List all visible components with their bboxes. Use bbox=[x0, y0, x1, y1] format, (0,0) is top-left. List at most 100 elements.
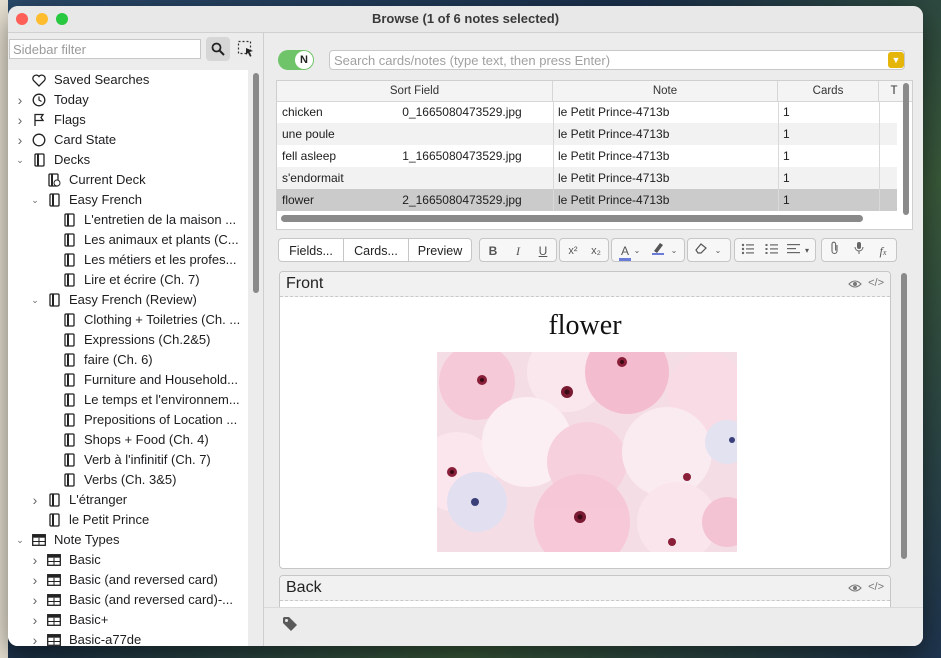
sidebar: Saved Searches › Today › Flags › Card State ⌄ De… bbox=[8, 33, 264, 646]
sidebar-search-button[interactable] bbox=[206, 37, 230, 61]
sidebar-item[interactable]: faire (Ch. 6) bbox=[44, 350, 153, 370]
selection-tool-button[interactable] bbox=[236, 39, 256, 59]
table-horizontal-scrollbar[interactable] bbox=[281, 215, 863, 222]
table-vertical-scrollbar[interactable] bbox=[903, 83, 909, 215]
chevron-down-icon[interactable]: ⌄ bbox=[712, 241, 724, 261]
eye-icon[interactable] bbox=[848, 581, 862, 596]
cards-button[interactable]: Cards... bbox=[343, 238, 409, 262]
deck-icon bbox=[32, 153, 46, 167]
deck-icon bbox=[62, 353, 76, 367]
fields-scrollbar[interactable] bbox=[901, 273, 907, 559]
sidebar-item[interactable]: Les animaux et plants (C... bbox=[44, 230, 239, 250]
sidebar-item[interactable]: › Basic (and reversed card) bbox=[29, 570, 218, 590]
sidebar-item-label: faire (Ch. 6) bbox=[84, 352, 153, 367]
column-divider bbox=[778, 167, 779, 189]
chevron-down-icon[interactable]: ⌄ bbox=[14, 530, 26, 550]
sidebar-item[interactable]: › Flags bbox=[14, 110, 86, 130]
cards-notes-toggle[interactable]: N bbox=[278, 50, 314, 70]
eraser-icon[interactable] bbox=[690, 241, 712, 261]
chevron-down-icon[interactable]: ▾ bbox=[801, 241, 813, 261]
sidebar-filter-input[interactable] bbox=[9, 39, 201, 59]
sidebar-item[interactable]: › Today bbox=[14, 90, 89, 110]
preview-button[interactable]: Preview bbox=[408, 238, 472, 262]
chevron-right-icon[interactable]: › bbox=[29, 590, 41, 610]
table-row[interactable]: une poule le Petit Prince-4713b 1 bbox=[277, 123, 897, 145]
sidebar-item[interactable]: Current Deck bbox=[29, 170, 146, 190]
microphone-icon[interactable] bbox=[848, 241, 870, 261]
sidebar-scrollbar[interactable] bbox=[253, 73, 259, 293]
table-row[interactable]: chicken 0_1665080473529.jpg le Petit Princ… bbox=[277, 101, 897, 123]
tag-icon[interactable] bbox=[282, 616, 298, 635]
sidebar-item[interactable]: ⌄ Easy French (Review) bbox=[29, 290, 197, 310]
sidebar-item[interactable]: le Petit Prince bbox=[29, 510, 149, 530]
chevron-down-icon[interactable]: ⌄ bbox=[631, 241, 643, 261]
chevron-right-icon[interactable]: › bbox=[14, 110, 26, 130]
table-row[interactable]: s'endormait le Petit Prince-4713b 1 bbox=[277, 167, 897, 189]
bold-icon[interactable]: B bbox=[482, 241, 504, 261]
back-field[interactable]: Back </> bbox=[279, 575, 891, 607]
sidebar-item[interactable]: ⌄ Note Types bbox=[14, 530, 119, 550]
table-row[interactable]: fell asleep 1_1665080473529.jpg le Petit P… bbox=[277, 145, 897, 167]
sidebar-item[interactable]: Verb à l'infinitif (Ch. 7) bbox=[44, 450, 211, 470]
chevron-right-icon[interactable]: › bbox=[29, 610, 41, 630]
flag-icon bbox=[32, 113, 46, 127]
chevron-down-icon[interactable]: ⌄ bbox=[14, 150, 26, 170]
sidebar-item[interactable]: Expressions (Ch.2&5) bbox=[44, 330, 210, 350]
italic-icon[interactable]: I bbox=[507, 241, 529, 261]
sidebar-item[interactable]: Le temps et l'environnem... bbox=[44, 390, 240, 410]
sidebar-item[interactable]: Les métiers et les profes... bbox=[44, 250, 236, 270]
sidebar-item-label: Current Deck bbox=[69, 172, 146, 187]
sidebar-item-label: Les métiers et les profes... bbox=[84, 252, 237, 267]
table-row[interactable]: flower 2_1665080473529.jpg le Petit Prince… bbox=[277, 189, 897, 211]
superscript-icon[interactable]: x² bbox=[562, 241, 584, 261]
sidebar-item[interactable]: ⌄ Easy French bbox=[29, 190, 142, 210]
underline-icon[interactable]: U bbox=[532, 241, 554, 261]
column-sort-field[interactable]: Sort Field bbox=[277, 81, 553, 101]
sidebar-item[interactable]: › Basic-a77de bbox=[29, 630, 142, 646]
column-cards[interactable]: Cards bbox=[778, 81, 879, 101]
sidebar-item[interactable]: Clothing + Toiletries (Ch. ... bbox=[44, 310, 240, 330]
sidebar-item[interactable]: Lire et écrire (Ch. 7) bbox=[44, 270, 200, 290]
bullet-list-icon[interactable] bbox=[737, 241, 759, 261]
text-style-group: B I U bbox=[479, 238, 557, 262]
list-group: ▾ bbox=[734, 238, 816, 262]
sidebar-item[interactable]: › Basic bbox=[29, 550, 101, 570]
sidebar-item[interactable]: Verbs (Ch. 3&5) bbox=[44, 470, 177, 490]
search-input[interactable] bbox=[329, 50, 905, 70]
code-icon[interactable]: </> bbox=[868, 277, 884, 289]
code-icon[interactable]: </> bbox=[868, 581, 884, 593]
chevron-down-icon[interactable]: ⌄ bbox=[29, 190, 41, 210]
subscript-icon[interactable]: x₂ bbox=[585, 241, 607, 261]
front-field-text[interactable]: flower bbox=[280, 310, 890, 342]
chevron-right-icon[interactable]: › bbox=[29, 550, 41, 570]
chevron-right-icon[interactable]: › bbox=[14, 90, 26, 110]
sidebar-item[interactable]: Shops + Food (Ch. 4) bbox=[44, 430, 209, 450]
function-icon[interactable]: fx bbox=[872, 241, 894, 261]
sidebar-tree: Saved Searches › Today › Flags › Card State ⌄ De… bbox=[8, 70, 248, 646]
sidebar-item[interactable]: Saved Searches bbox=[14, 70, 149, 90]
chevron-right-icon[interactable]: › bbox=[29, 490, 41, 510]
paperclip-icon[interactable] bbox=[824, 241, 846, 261]
column-note[interactable]: Note bbox=[553, 81, 778, 101]
sidebar-item[interactable]: L'entretien de la maison ... bbox=[44, 210, 236, 230]
sidebar-item-label: Today bbox=[54, 92, 89, 107]
chevron-down-icon[interactable]: ⌄ bbox=[668, 241, 680, 261]
titlebar: Browse (1 of 6 notes selected) bbox=[8, 6, 923, 33]
sidebar-item[interactable]: › L'étranger bbox=[29, 490, 127, 510]
sidebar-item[interactable]: Furniture and Household... bbox=[44, 370, 238, 390]
chevron-right-icon[interactable]: › bbox=[29, 630, 41, 646]
highlight-color-icon[interactable] bbox=[647, 241, 669, 261]
search-history-dropdown[interactable]: ▼ bbox=[888, 52, 904, 68]
chevron-down-icon[interactable]: ⌄ bbox=[29, 290, 41, 310]
chevron-right-icon[interactable]: › bbox=[14, 130, 26, 150]
sidebar-item[interactable]: Prepositions of Location ... bbox=[44, 410, 237, 430]
sidebar-item[interactable]: › Basic (and reversed card)-... bbox=[29, 590, 233, 610]
chevron-right-icon[interactable]: › bbox=[29, 570, 41, 590]
numbered-list-icon[interactable] bbox=[761, 241, 783, 261]
front-field[interactable]: Front </> flower bbox=[279, 271, 891, 569]
eye-icon[interactable] bbox=[848, 277, 862, 292]
sidebar-item[interactable]: › Basic+ bbox=[29, 610, 109, 630]
sidebar-item[interactable]: ⌄ Decks bbox=[14, 150, 90, 170]
fields-button[interactable]: Fields... bbox=[278, 238, 344, 262]
sidebar-item[interactable]: › Card State bbox=[14, 130, 117, 150]
